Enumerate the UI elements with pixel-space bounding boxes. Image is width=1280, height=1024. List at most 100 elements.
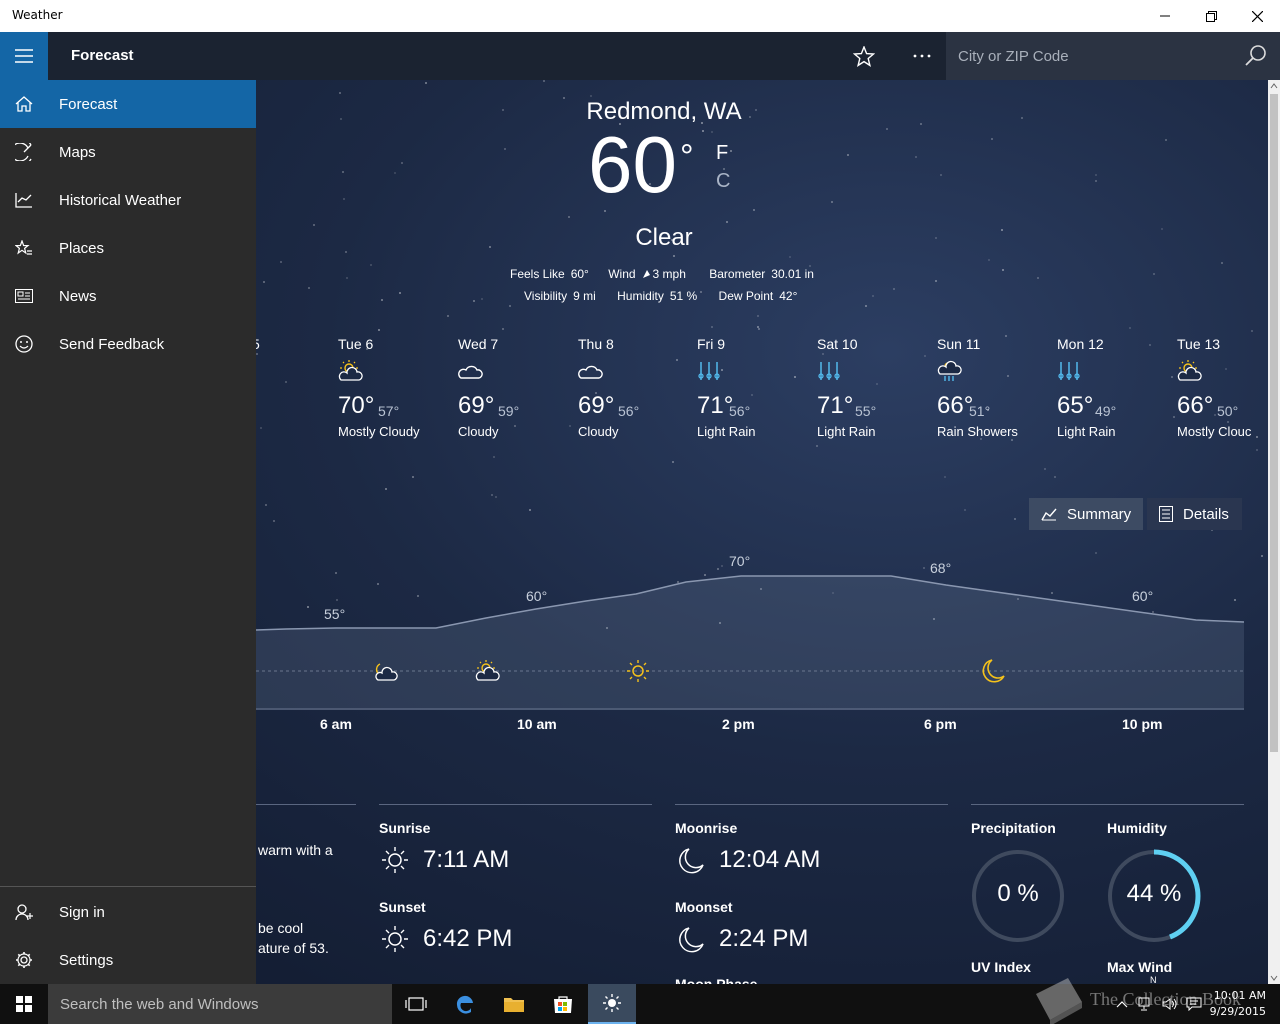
nav-item-places[interactable]: Places	[0, 224, 256, 272]
hamburger-button[interactable]	[0, 32, 48, 80]
folder-icon	[504, 998, 524, 1012]
dewpoint-label: Dew Point	[718, 289, 774, 303]
day-forecast[interactable]: Sun 11 66° 51° Rain Showers	[937, 336, 1047, 439]
details-row-1: Feels Like 60° Wind 3 mph Barometer 30.01 i…	[510, 267, 814, 281]
minimize-icon	[1160, 15, 1170, 17]
minimize-button[interactable]	[1142, 0, 1188, 32]
nav-item-news[interactable]: News	[0, 272, 256, 320]
day-forecast[interactable]: Tue 6 70° 57° Mostly Cloudy	[338, 336, 448, 439]
taskbar-store[interactable]	[539, 984, 587, 1024]
hour-label: 10 am	[517, 716, 557, 732]
nav-item-forecast[interactable]: Forecast	[0, 80, 256, 128]
day-forecast[interactable]: Mon 12 65° 49° Light Rain	[1057, 336, 1167, 439]
wind-label: Wind	[608, 267, 636, 281]
day-condition: Light Rain	[1057, 424, 1116, 439]
tray-volume-button[interactable]	[1160, 994, 1180, 1014]
star-dot	[892, 287, 895, 290]
wind-direction-icon	[642, 270, 650, 278]
star-dot	[264, 503, 267, 506]
scroll-down-icon[interactable]	[1270, 974, 1278, 982]
tray-overflow-button[interactable]	[1112, 994, 1132, 1014]
star-dot	[495, 496, 498, 499]
sunset-label: Sunset	[379, 899, 426, 915]
scrollbar-thumb[interactable]	[1270, 94, 1278, 752]
more-button[interactable]	[902, 32, 942, 80]
section-title: Forecast	[71, 47, 134, 64]
star-dot	[473, 300, 476, 303]
app-header: Forecast	[0, 32, 1280, 80]
search-input[interactable]	[946, 32, 1236, 80]
day-forecast[interactable]: Fri 9 71° 56° Light Rain	[697, 336, 807, 439]
star-dot	[514, 424, 517, 427]
star-dot	[259, 426, 262, 429]
star-dot	[272, 520, 275, 523]
taskbar: The Collection Book 10:01 AM 9/29/2015	[0, 978, 1280, 1024]
details-toggle-button[interactable]: Details	[1147, 498, 1242, 530]
tray-notifications-button[interactable]	[1184, 994, 1204, 1014]
star-dot	[1260, 555, 1263, 558]
max-wind-label: Max Wind	[1107, 959, 1173, 975]
star-dot	[1255, 435, 1258, 438]
star-dot	[816, 445, 819, 448]
nav-item-settings[interactable]: Settings	[0, 936, 256, 984]
close-button[interactable]	[1234, 0, 1280, 32]
star-dot	[493, 456, 496, 459]
unit-fahrenheit-toggle[interactable]: F	[716, 142, 728, 165]
day-forecast[interactable]: Wed 7 69° 59° Cloudy	[458, 336, 568, 439]
taskbar-edge[interactable]	[441, 984, 489, 1024]
star-dot	[1227, 421, 1230, 424]
day-low: 51°	[969, 403, 991, 419]
star-dot	[711, 326, 714, 328]
taskbar-search-input[interactable]	[48, 984, 392, 1024]
day-low: 59°	[498, 403, 520, 419]
star-dot	[1094, 174, 1097, 177]
star-dot	[1153, 272, 1156, 275]
favorite-button[interactable]	[844, 32, 884, 80]
scroll-up-icon[interactable]	[1270, 82, 1278, 90]
star-dot	[923, 355, 926, 358]
day-name: Wed 7	[458, 336, 499, 352]
day-high: 66°	[1177, 392, 1214, 419]
taskbar-file-explorer[interactable]	[490, 984, 538, 1024]
summary-toggle-button[interactable]: Summary	[1029, 498, 1143, 530]
precipitation-value: 0 %	[997, 880, 1039, 907]
rain-icon	[698, 362, 720, 380]
gear-icon	[16, 952, 32, 968]
task-view-button[interactable]	[392, 984, 440, 1024]
moonrise-icon	[679, 848, 704, 874]
sunset-icon	[382, 926, 408, 952]
star-dot	[757, 314, 760, 317]
star-dot	[346, 277, 349, 280]
star-dot	[788, 256, 791, 259]
day-forecast[interactable]: Sat 10 71° 55° Light Rain	[817, 336, 927, 439]
barometer-value: 30.01 in	[771, 267, 814, 281]
day-name: Fri 9	[697, 336, 725, 352]
nav-item-historical-weather[interactable]: Historical Weather	[0, 176, 256, 224]
network-icon	[1138, 997, 1150, 1011]
nav-item-maps[interactable]: Maps	[0, 128, 256, 176]
taskbar-clock[interactable]: 10:01 AM 9/29/2015	[1210, 988, 1266, 1020]
nav-item-sign-in[interactable]: Sign in	[0, 888, 256, 936]
star-dot	[864, 304, 867, 307]
day-low: 55°	[260, 403, 282, 419]
nav-item-send-feedback[interactable]: Send Feedback	[0, 320, 256, 368]
sunset-value: 6:42 PM	[423, 925, 513, 952]
star-dot	[1128, 327, 1131, 330]
tray-network-button[interactable]	[1136, 994, 1156, 1014]
chevron-up-icon	[1116, 1001, 1128, 1008]
day-forecast[interactable]: Tue 13 66° 50° Mostly Clouc	[1177, 336, 1268, 439]
vertical-scrollbar[interactable]	[1268, 80, 1280, 984]
section-divider	[675, 804, 948, 805]
start-button[interactable]	[0, 984, 48, 1024]
chart-icon	[15, 193, 32, 208]
taskbar-weather[interactable]	[588, 984, 636, 1024]
hour-label: 10 pm	[1122, 716, 1163, 732]
unit-celsius-toggle[interactable]: C	[716, 170, 730, 193]
search-button[interactable]	[1244, 44, 1268, 68]
barometer-label: Barometer	[709, 267, 766, 281]
day-condition: Cloudy	[578, 424, 619, 439]
action-center-icon	[1186, 997, 1202, 1011]
restore-button[interactable]	[1188, 0, 1234, 32]
day-forecast[interactable]: Thu 8 69° 56° Cloudy	[578, 336, 688, 439]
volume-icon	[1162, 998, 1177, 1010]
